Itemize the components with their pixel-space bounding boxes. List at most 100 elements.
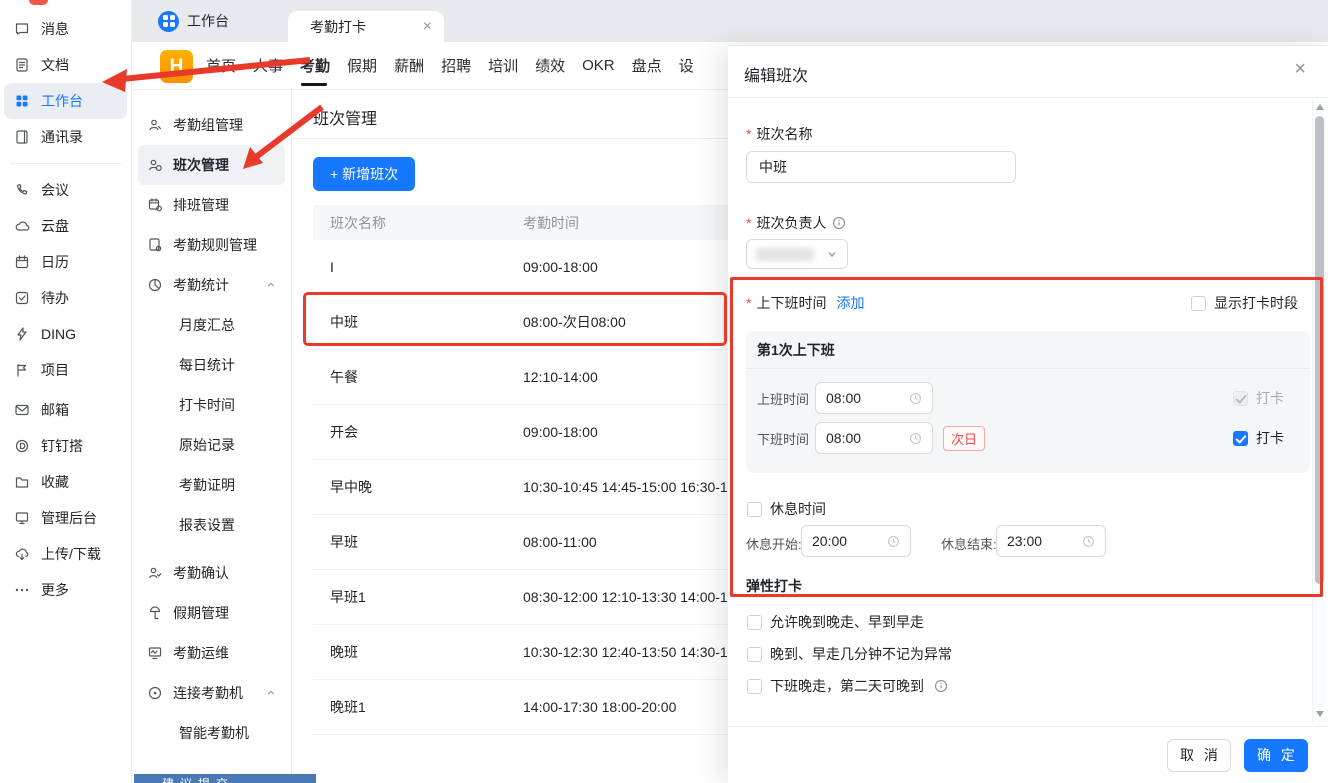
nav-item-hr[interactable]: 人事 (253, 42, 283, 89)
sidebar-item-project[interactable]: 项目 (4, 352, 127, 388)
clock-icon (909, 392, 922, 405)
menu-item-statistics[interactable]: 考勤统计 (138, 265, 285, 305)
info-icon (832, 216, 846, 230)
nav-item-home[interactable]: 首页 (206, 42, 236, 89)
on-duty-time-input[interactable]: 08:00 (815, 382, 933, 414)
menu-item-shift-management[interactable]: 班次管理 (138, 145, 285, 185)
pie-chart-icon (147, 277, 163, 293)
menu-item-connect-machine[interactable]: 连接考勤机 (138, 673, 285, 713)
sidebar-item-label: 项目 (41, 360, 69, 380)
chevron-up-icon[interactable] (266, 688, 276, 698)
add-shift-button[interactable]: + 新增班次 (313, 157, 415, 191)
sidebar-item-messages[interactable]: 消息 (4, 11, 127, 47)
menu-item-report-settings[interactable]: 报表设置 (138, 505, 285, 545)
nav-item-inventory[interactable]: 盘点 (632, 42, 662, 89)
menu-item-smart-machine[interactable]: 智能考勤机 (138, 713, 285, 753)
off-duty-punch-checkbox[interactable] (1233, 431, 1248, 446)
sidebar-item-clouddrive[interactable]: 云盘 (4, 208, 127, 244)
nav-item-okr[interactable]: OKR (582, 44, 615, 87)
punch-label: 打卡 (1256, 388, 1284, 408)
nav-item-performance[interactable]: 绩效 (535, 42, 565, 89)
cell-shift-name: 早班 (330, 532, 523, 552)
menu-item-schedule[interactable]: 排班管理 (138, 185, 285, 225)
punch-label: 打卡 (1256, 428, 1284, 448)
menu-item-vacation-management[interactable]: 假期管理 (138, 593, 285, 633)
flex-option-1-checkbox[interactable] (747, 615, 762, 630)
menu-label: 每日统计 (179, 355, 235, 375)
flex-option-label: 晚到、早走几分钟不记为异常 (770, 644, 952, 664)
shift-name-input[interactable]: 中班 (746, 151, 1016, 183)
scroll-up-arrow[interactable] (1316, 104, 1324, 110)
rest-start-value: 20:00 (812, 533, 847, 549)
tab-workbench[interactable]: 工作台 (158, 0, 229, 42)
cancel-button[interactable]: 取 消 (1167, 739, 1231, 772)
menu-item-punch-time[interactable]: 打卡时间 (138, 385, 285, 425)
cell-shift-name: I (330, 259, 523, 275)
nav-item-vacation[interactable]: 假期 (347, 42, 377, 89)
edit-shift-dialog: 编辑班次 × * 班次名称 中班 * 班次负责人 * 上下班时间 添加 显示打卡… (728, 45, 1328, 783)
todo-check-icon (14, 290, 30, 306)
shift-owner-select[interactable] (746, 239, 848, 269)
sidebar-item-transfer[interactable]: 上传/下载 (4, 536, 127, 572)
show-period-checkbox[interactable] (1191, 296, 1206, 311)
col-header-shift-name: 班次名称 (330, 213, 523, 233)
workbench-grid-icon (158, 11, 179, 32)
sidebar-item-label: 上传/下载 (41, 544, 101, 564)
menu-item-monthly-summary[interactable]: 月度汇总 (138, 305, 285, 345)
nav-item-settings-clipped[interactable]: 设 (679, 42, 694, 89)
on-duty-punch-checkbox-disabled (1233, 391, 1248, 406)
nav-item-attendance[interactable]: 考勤 (300, 42, 330, 89)
nav-items: 首页 人事 考勤 假期 薪酬 招聘 培训 绩效 OKR 盘点 设 (206, 42, 694, 89)
sidebar-item-contacts[interactable]: 通讯录 (4, 119, 127, 155)
rest-start-input[interactable]: 20:00 (801, 525, 911, 557)
menu-label: 月度汇总 (179, 315, 235, 335)
sidebar-item-todo[interactable]: 待办 (4, 280, 127, 316)
on-duty-punch: 打卡 (1233, 388, 1284, 408)
flex-option-2-checkbox[interactable] (747, 647, 762, 662)
sidebar-item-ding[interactable]: DING (4, 316, 127, 352)
nav-item-training[interactable]: 培训 (488, 42, 518, 89)
off-duty-time-input[interactable]: 08:00 (815, 422, 933, 454)
cell-shift-name: 开会 (330, 422, 523, 442)
rest-time-checkbox[interactable] (747, 502, 762, 517)
nav-item-recruit[interactable]: 招聘 (441, 42, 471, 89)
tab-label: 考勤打卡 (310, 17, 366, 37)
tab-attendance-active[interactable]: 考勤打卡 × (288, 11, 444, 42)
add-period-link[interactable]: 添加 (836, 293, 864, 313)
sidebar-item-calendar[interactable]: 日历 (4, 244, 127, 280)
tab-close-icon[interactable]: × (423, 19, 432, 35)
sidebar-item-dingtalk-build[interactable]: 钉钉搭 (4, 428, 127, 464)
menu-item-daily-stats[interactable]: 每日统计 (138, 345, 285, 385)
more-dots-icon (14, 582, 30, 598)
required-mark: * (746, 126, 751, 142)
worktime-label: * 上下班时间 添加 (746, 293, 864, 313)
off-duty-row: 下班时间 08:00 次日 打卡 (757, 422, 1284, 454)
tab-workbench-label: 工作台 (187, 11, 229, 31)
cutoff-bottom-tooltip: 建议提交 (134, 774, 316, 783)
sidebar-item-more[interactable]: 更多 (4, 572, 127, 608)
chevron-up-icon[interactable] (266, 280, 276, 290)
menu-item-attendance-proof[interactable]: 考勤证明 (138, 465, 285, 505)
sidebar-item-meeting[interactable]: 会议 (4, 172, 127, 208)
flex-option-3-checkbox[interactable] (747, 679, 762, 694)
scrollbar-thumb[interactable] (1315, 116, 1324, 584)
menu-item-attendance-ops[interactable]: 考勤运维 (138, 633, 285, 673)
rest-end-input[interactable]: 23:00 (996, 525, 1106, 557)
sidebar-item-favorites[interactable]: 收藏 (4, 464, 127, 500)
sidebar-item-admin[interactable]: 管理后台 (4, 500, 127, 536)
scroll-down-arrow[interactable] (1316, 711, 1324, 717)
hr-app-logo[interactable]: H (160, 50, 193, 83)
menu-item-attendance-group[interactable]: 考勤组管理 (138, 105, 285, 145)
menu-item-raw-records[interactable]: 原始记录 (138, 425, 285, 465)
sidebar-item-mail[interactable]: 邮箱 (4, 392, 127, 428)
menu-item-attendance-confirm[interactable]: 考勤确认 (138, 553, 285, 593)
menu-label: 智能考勤机 (179, 723, 249, 743)
nav-item-salary[interactable]: 薪酬 (394, 42, 424, 89)
dialog-close-icon[interactable]: × (1294, 59, 1306, 79)
sidebar-item-docs[interactable]: 文档 (4, 47, 127, 83)
sidebar-item-workbench[interactable]: 工作台 (4, 83, 127, 119)
menu-item-rules[interactable]: 考勤规则管理 (138, 225, 285, 265)
confirm-button[interactable]: 确 定 (1244, 739, 1308, 772)
dialog-scrollbar[interactable] (1312, 99, 1326, 722)
clock-icon (887, 535, 900, 548)
